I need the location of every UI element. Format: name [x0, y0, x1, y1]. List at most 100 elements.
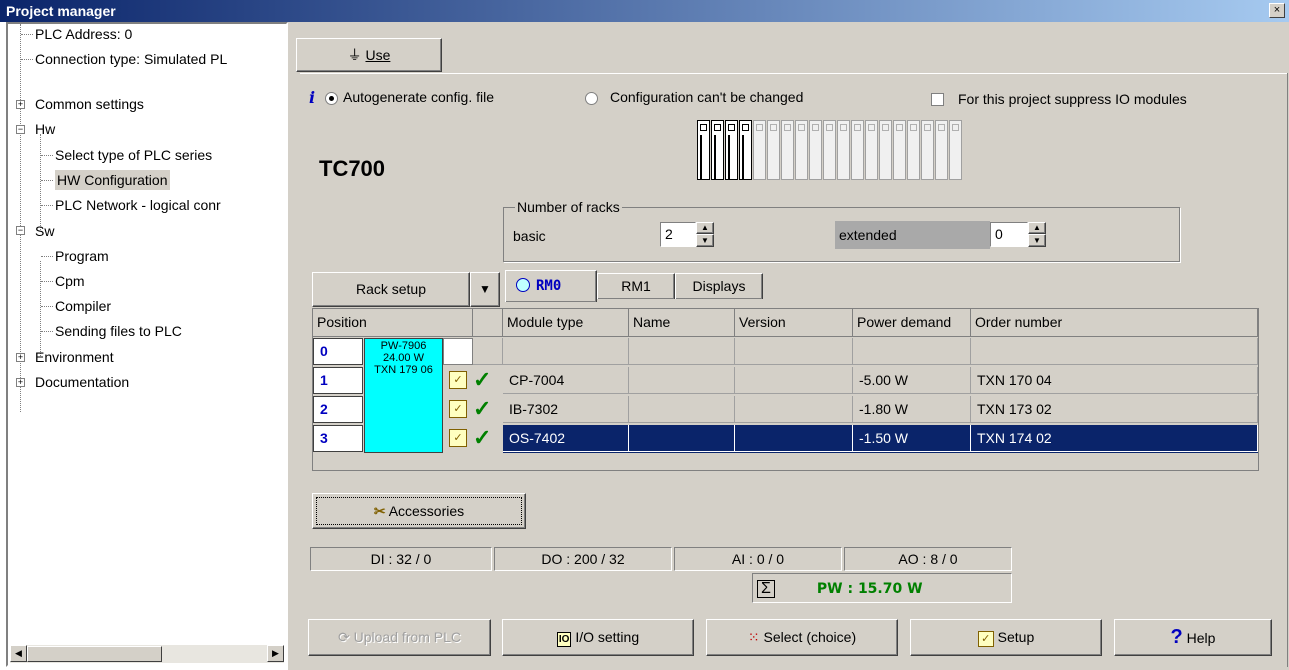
close-button[interactable]: × [1269, 3, 1285, 18]
col-order-number[interactable]: Order number [971, 309, 1258, 337]
tree-item-sending-files[interactable]: Sending files to PLC [55, 321, 182, 341]
expand-icon[interactable]: + [16, 353, 25, 362]
col-version[interactable]: Version [735, 309, 853, 337]
tree-line [40, 134, 41, 230]
table-cell[interactable] [503, 338, 629, 365]
tree-item-plc-address[interactable]: PLC Address: 0 [35, 24, 132, 44]
collapse-icon[interactable]: − [16, 226, 25, 235]
autogen-label[interactable]: Autogenerate config. file [343, 89, 494, 105]
order-cell[interactable]: TXN 174 02 [971, 425, 1258, 452]
version-cell[interactable] [735, 367, 853, 394]
power-supply-block[interactable]: PW-7906 24.00 W TXN 179 06 [364, 338, 443, 453]
name-cell[interactable] [629, 425, 735, 452]
setup-icon: ✓ [977, 631, 994, 647]
basic-down-icon[interactable]: ▼ [696, 234, 714, 247]
suppress-io-checkbox[interactable] [931, 93, 944, 106]
version-cell[interactable] [735, 425, 853, 452]
version-cell[interactable] [735, 396, 853, 423]
rack-slot-icon [837, 120, 850, 180]
table-cell[interactable] [735, 338, 853, 365]
tools-icon: ✂ [373, 503, 386, 519]
basic-up-icon[interactable]: ▲ [696, 222, 714, 234]
order-cell[interactable]: TXN 173 02 [971, 396, 1258, 423]
module-cell[interactable]: CP-7004 [503, 367, 629, 394]
autogen-radio[interactable] [325, 92, 338, 105]
rack-setup-dropdown-icon[interactable]: ▼ [470, 272, 500, 307]
col-position[interactable]: Position [313, 309, 473, 337]
window-title: Project manager [0, 0, 1289, 22]
collapse-icon[interactable]: − [16, 125, 25, 134]
select-choice-button[interactable]: ⁙ Select (choice) [706, 619, 898, 656]
project-tree[interactable]: PLC Address: 0 Connection type: Simulate… [6, 22, 288, 667]
help-icon: ? [1170, 626, 1183, 648]
basic-racks-input[interactable]: 2 [660, 222, 696, 247]
name-cell[interactable] [629, 367, 735, 394]
suppress-io-label[interactable]: For this project suppress IO modules [958, 91, 1187, 107]
upload-from-plc-button[interactable]: ⟳ Upload from PLC [308, 619, 491, 656]
expand-icon[interactable]: + [16, 100, 25, 109]
extended-racks-input[interactable]: 0 [990, 222, 1028, 247]
tree-item-plc-network[interactable]: PLC Network - logical conr [55, 195, 221, 215]
position-2[interactable]: 2 [313, 396, 363, 423]
tree-item-documentation[interactable]: Documentation [35, 372, 129, 392]
horizontal-scrollbar[interactable]: ◀ ▶ [10, 645, 284, 663]
module-cell[interactable]: OS-7402 [503, 425, 629, 452]
setup-button[interactable]: ✓ Setup [910, 619, 1102, 656]
cantchange-label[interactable]: Configuration can't be changed [610, 89, 803, 105]
scroll-right-icon[interactable]: ▶ [267, 645, 284, 662]
rack-slot-icon [907, 120, 920, 180]
module-cell[interactable]: IB-7302 [503, 396, 629, 423]
cantchange-radio[interactable] [585, 92, 598, 105]
position-1[interactable]: 1 [313, 367, 363, 394]
rack-slot-icon [823, 120, 836, 180]
table-cell[interactable] [971, 338, 1258, 365]
tree-item-connection-type[interactable]: Connection type: Simulated PL [35, 49, 227, 69]
position-0[interactable]: 0 [313, 338, 363, 365]
pw-total: PW : 15.70 W [816, 581, 923, 597]
col-name[interactable]: Name [629, 309, 735, 337]
sigma-icon: Σ [757, 580, 775, 598]
tree-item-cpm[interactable]: Cpm [55, 271, 85, 291]
accessories-button[interactable]: ✂ Accessories [312, 493, 526, 529]
setup-icon[interactable]: ✓ [449, 429, 467, 447]
extended-up-icon[interactable]: ▲ [1028, 222, 1046, 234]
col-power-demand[interactable]: Power demand [853, 309, 971, 337]
power-cell[interactable]: -5.00 W [853, 367, 971, 394]
setup-icon[interactable]: ✓ [449, 400, 467, 418]
table-cell[interactable] [629, 338, 735, 365]
tree-item-select-plc-series[interactable]: Select type of PLC series [55, 145, 212, 165]
rack-setup-button[interactable]: Rack setup [312, 272, 470, 307]
use-tab-button[interactable]: ⏚ Use [296, 38, 442, 72]
power-cell[interactable]: -1.80 W [853, 396, 971, 423]
name-cell[interactable] [629, 396, 735, 423]
rack-diagram-icon [697, 120, 965, 182]
expand-icon[interactable]: + [16, 378, 25, 387]
power-cell[interactable]: -1.50 W [853, 425, 971, 452]
tree-item-environment[interactable]: Environment [35, 347, 114, 367]
scroll-thumb[interactable] [27, 646, 162, 662]
tree-item-sw[interactable]: Sw [35, 221, 54, 241]
io-setting-button[interactable]: IO I/O setting [502, 619, 694, 656]
tree-item-hw[interactable]: Hw [35, 119, 55, 139]
tab-rm1[interactable]: RM1 [597, 273, 675, 299]
help-button[interactable]: ? Help [1114, 619, 1272, 656]
setup-icon[interactable]: ✓ [449, 371, 467, 389]
tab-rm0[interactable]: RM0 [505, 270, 597, 302]
upload-icon: ⟳ [337, 629, 350, 645]
rack-slot-icon [935, 120, 948, 180]
scroll-left-icon[interactable]: ◀ [10, 645, 27, 662]
tree-item-program[interactable]: Program [55, 246, 109, 266]
table-cell[interactable] [853, 338, 971, 365]
tree-item-hw-configuration[interactable]: HW Configuration [55, 170, 170, 190]
tree-item-compiler[interactable]: Compiler [55, 296, 111, 316]
rack-slot-icon [711, 120, 724, 180]
col-module-type[interactable]: Module type [503, 309, 629, 337]
use-icon: ⏚ [347, 47, 362, 63]
order-cell[interactable]: TXN 170 04 [971, 367, 1258, 394]
tab-displays[interactable]: Displays [675, 273, 763, 299]
extended-down-icon[interactable]: ▼ [1028, 234, 1046, 247]
rm0-circle-icon [516, 278, 530, 292]
position-3[interactable]: 3 [313, 425, 363, 452]
module-table[interactable]: Position Module type Name Version Power … [312, 308, 1259, 471]
tree-item-common-settings[interactable]: Common settings [35, 94, 144, 114]
